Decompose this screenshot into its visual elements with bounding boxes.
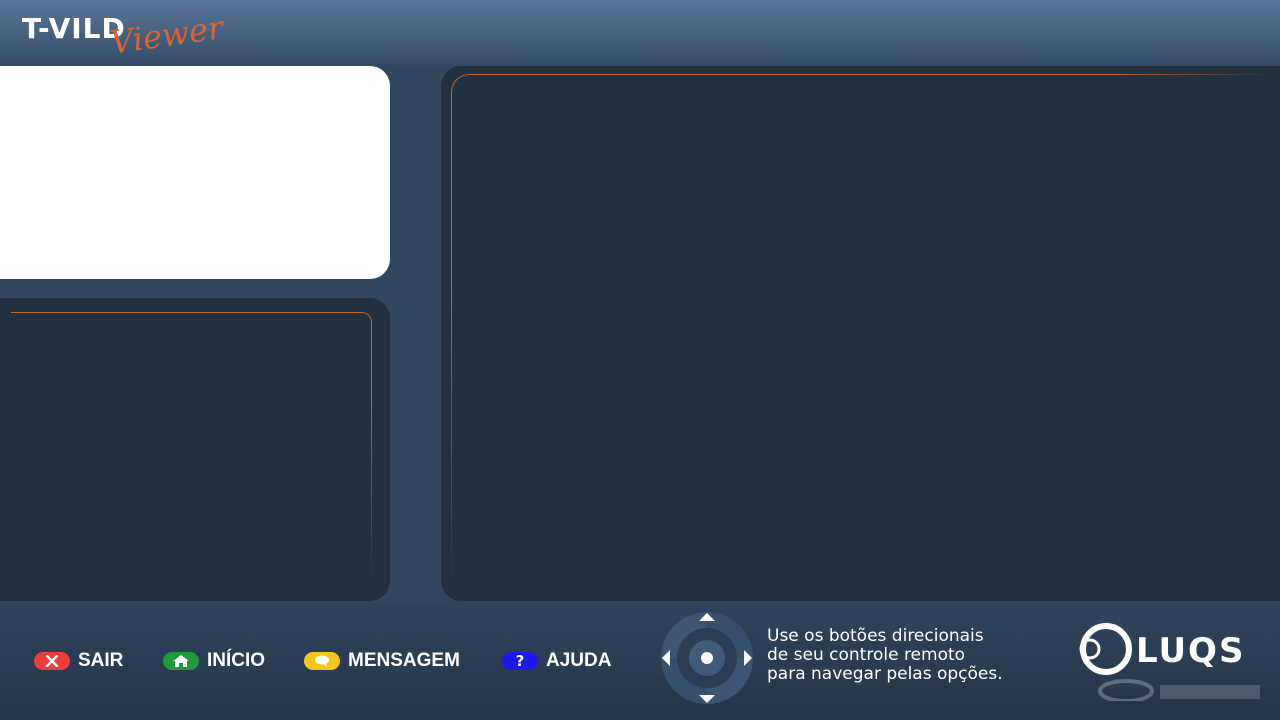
brand-text: LUQS — [1136, 631, 1246, 671]
info-panel — [0, 298, 390, 601]
key-inicio[interactable]: INÍCIO — [163, 649, 265, 673]
brand-logo: LUQS — [1076, 621, 1266, 701]
home-icon — [163, 652, 199, 670]
navigation-hint: Use os botões direcionais de seu control… — [767, 627, 1047, 684]
screen: T-VILD Viewer SAIR INÍCIO MENSAGEM ? AJU… — [0, 0, 1280, 720]
key-mensagem-label: MENSAGEM — [348, 650, 460, 671]
key-ajuda[interactable]: ? AJUDA — [502, 649, 611, 673]
brand-reflection — [1098, 679, 1260, 701]
hint-line: Use os botões direcionais — [767, 626, 984, 646]
key-ajuda-label: AJUDA — [546, 650, 612, 671]
hint-line: de seu controle remoto — [767, 645, 966, 665]
preview-panel — [0, 66, 390, 279]
key-sair[interactable]: SAIR — [34, 649, 123, 673]
app-logo: T-VILD Viewer — [22, 8, 225, 61]
brand-mark-icon — [1079, 623, 1132, 675]
key-sair-label: SAIR — [78, 650, 124, 671]
footer-bar: SAIR INÍCIO MENSAGEM ? AJUDA Use os botõ… — [0, 601, 1280, 720]
hint-line: para navegar pelas opções. — [767, 664, 1003, 684]
key-mensagem[interactable]: MENSAGEM — [304, 649, 460, 673]
header-bar: T-VILD Viewer — [0, 0, 1280, 66]
dpad-icon — [658, 609, 756, 707]
content-panel-accent-line — [451, 74, 1272, 595]
key-inicio-label: INÍCIO — [207, 650, 266, 671]
content-panel — [441, 66, 1280, 601]
chat-bubble-icon — [304, 652, 340, 670]
question-icon: ? — [502, 652, 538, 670]
info-panel-accent-line — [11, 312, 372, 583]
close-icon — [34, 652, 70, 670]
